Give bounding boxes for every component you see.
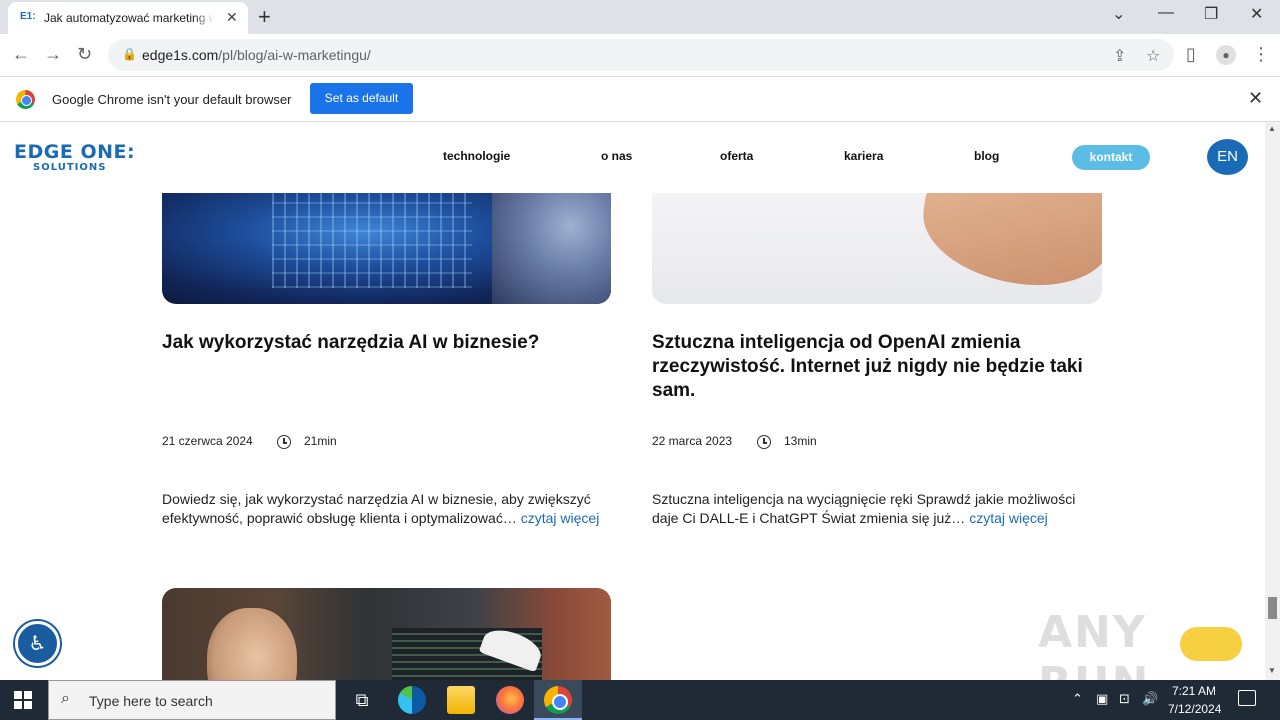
post-image-developer[interactable]	[162, 588, 611, 680]
browser-toolbar: ← → ↻ 🔒 edge1s.com/pl/blog/ai-w-marketin…	[0, 34, 1280, 77]
taskbar-date[interactable]: 7/12/2024	[1168, 702, 1221, 716]
anyrun-watermark: ANY RUN	[1038, 607, 1148, 680]
address-bar[interactable]: 🔒 edge1s.com/pl/blog/ai-w-marketingu/ ⇪ …	[108, 39, 1174, 71]
post-read-time: 21min	[304, 434, 337, 448]
restore-icon[interactable]: ❐	[1204, 4, 1218, 24]
tray-overflow-icon[interactable]: ⌃	[1072, 691, 1083, 707]
site-logo-subtitle[interactable]: SOLUTIONS	[33, 162, 106, 173]
search-icon: ⌕	[61, 690, 70, 707]
tab-strip: E1: Jak automatyzować marketing w ✕ + ⌄ …	[0, 0, 1280, 34]
notification-icon[interactable]	[1238, 690, 1256, 706]
post-title[interactable]: Sztuczna inteligencja od OpenAI zmienia …	[652, 331, 1102, 403]
share-icon[interactable]: ⇪	[1113, 46, 1126, 66]
clock-icon	[277, 435, 291, 449]
clock-icon	[757, 435, 771, 449]
site-favicon-icon: E1:	[20, 11, 36, 22]
bookmark-star-icon[interactable]: ☆	[1146, 46, 1160, 66]
nav-technologie[interactable]: technologie	[443, 149, 510, 163]
tab-close-icon[interactable]: ✕	[226, 9, 238, 26]
language-button[interactable]: EN	[1207, 139, 1248, 175]
network-icon[interactable]: ⊡	[1119, 691, 1130, 707]
post-image-ai-tools[interactable]	[162, 193, 611, 304]
post-read-time: 13min	[784, 434, 817, 448]
default-browser-infobar: Google Chrome isn't your default browser…	[0, 77, 1280, 122]
infobar-close-icon[interactable]: ✕	[1248, 88, 1263, 109]
scroll-up-icon[interactable]: ▲	[1268, 124, 1276, 133]
site-logo[interactable]: EDGE ONE:	[14, 141, 135, 163]
url-text: edge1s.com/pl/blog/ai-w-marketingu/	[142, 47, 371, 63]
reload-icon[interactable]: ↻	[77, 44, 92, 65]
taskbar-search-placeholder: Type here to search	[89, 693, 213, 709]
profile-icon[interactable]: ●	[1216, 45, 1236, 65]
post-title[interactable]: Jak wykorzystać narzędzia AI w biznesie?	[162, 331, 612, 355]
windows-start-icon[interactable]	[14, 691, 32, 709]
read-more-link[interactable]: czytaj więcej	[969, 510, 1048, 526]
chrome-logo-icon	[16, 90, 35, 109]
read-more-link[interactable]: czytaj więcej	[521, 510, 600, 526]
meet-now-icon[interactable]: ▣	[1096, 691, 1108, 707]
nav-o-nas[interactable]: o nas	[601, 149, 632, 163]
lock-icon: 🔒	[122, 47, 137, 61]
post-date: 21 czerwca 2024	[162, 434, 253, 448]
scrollbar-thumb[interactable]	[1268, 597, 1277, 619]
menu-kebab-icon[interactable]: ⋮	[1252, 44, 1270, 65]
page-viewport: EDGE ONE: SOLUTIONS technologie o nas of…	[0, 122, 1265, 680]
volume-icon[interactable]: 🔊	[1142, 691, 1158, 707]
edge-icon[interactable]	[398, 686, 426, 714]
scroll-down-icon[interactable]: ▼	[1268, 666, 1276, 675]
taskbar-search-box[interactable]: ⌕ Type here to search	[48, 680, 336, 720]
tab-title: Jak automatyzować marketing w	[44, 11, 214, 25]
post-date: 22 marca 2023	[652, 434, 733, 448]
nav-kariera[interactable]: kariera	[844, 149, 883, 163]
new-tab-icon[interactable]: +	[258, 4, 271, 30]
tab-search-icon[interactable]: ⌄	[1112, 4, 1125, 24]
minimize-icon[interactable]: —	[1158, 4, 1174, 22]
side-panel-icon[interactable]: ▯	[1186, 44, 1196, 65]
browser-tab[interactable]: E1: Jak automatyzować marketing w ✕	[8, 2, 248, 34]
taskbar-time[interactable]: 7:21 AM	[1172, 684, 1216, 698]
file-explorer-icon[interactable]	[447, 686, 475, 714]
contact-button[interactable]: kontakt	[1072, 145, 1150, 170]
windows-taskbar: ⌕ Type here to search ⧉ ⌃ ▣ ⊡ 🔊 7:21 AM …	[0, 680, 1280, 720]
firefox-icon[interactable]	[496, 686, 524, 714]
post-excerpt: Sztuczna inteligencja na wyciągnięcie rę…	[652, 491, 1076, 526]
page-scrollbar[interactable]: ▲ ▼	[1265, 122, 1280, 680]
forward-icon[interactable]: →	[44, 44, 62, 65]
task-view-icon[interactable]: ⧉	[348, 686, 376, 714]
window-close-icon[interactable]: ✕	[1250, 4, 1263, 24]
accessibility-widget-icon[interactable]: ♿	[15, 621, 60, 666]
back-icon[interactable]: ←	[12, 44, 30, 65]
nav-blog[interactable]: blog	[974, 149, 999, 163]
chrome-icon[interactable]	[544, 686, 572, 714]
site-header: EDGE ONE: SOLUTIONS technologie o nas of…	[0, 122, 1265, 193]
post-excerpt: Dowiedz się, jak wykorzystać narzędzia A…	[162, 491, 600, 526]
set-as-default-button[interactable]: Set as default	[310, 83, 413, 114]
nav-oferta[interactable]: oferta	[720, 149, 753, 163]
infobar-message: Google Chrome isn't your default browser	[52, 92, 292, 107]
post-image-openai[interactable]	[652, 193, 1102, 304]
